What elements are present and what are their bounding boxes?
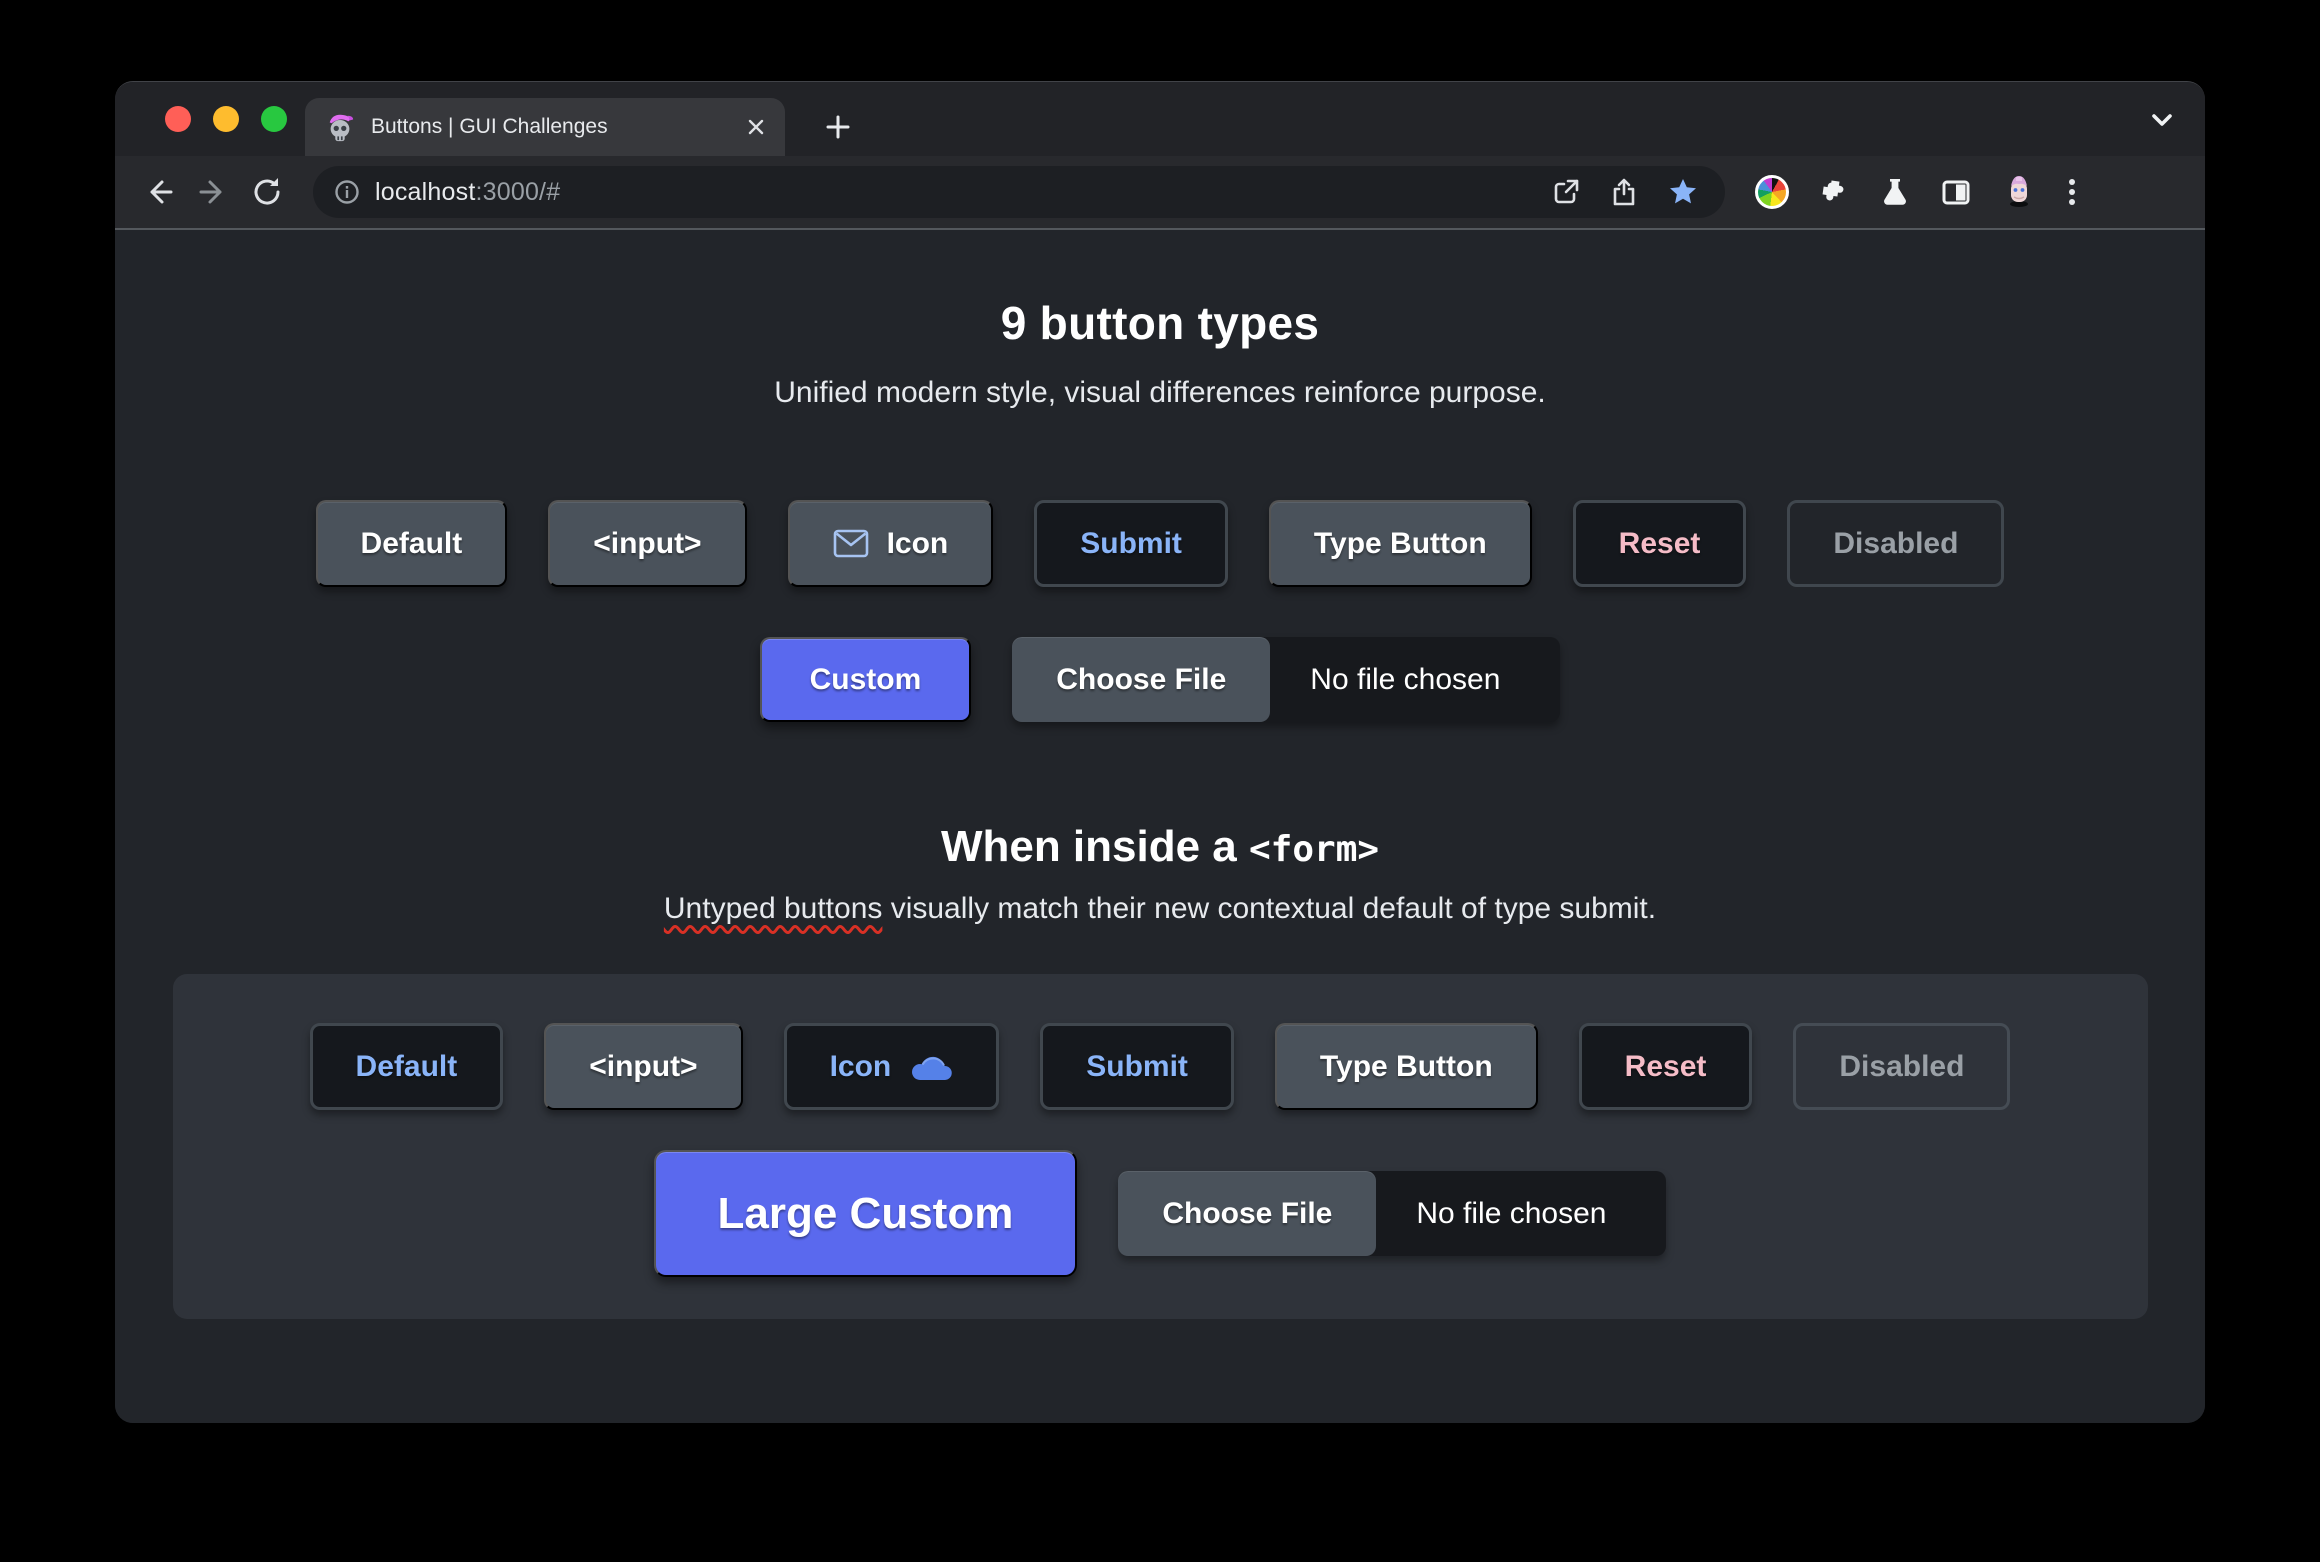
window-minimize-button[interactable] <box>213 106 239 132</box>
input-element-button[interactable]: <input> <box>548 500 747 587</box>
form-button-row-2: Large Custom Choose File No file chosen <box>173 1150 2148 1277</box>
profile-avatar[interactable] <box>2001 174 2037 210</box>
type-button-button[interactable]: Type Button <box>1268 500 1532 587</box>
form-choose-file-button[interactable]: Choose File <box>1118 1171 1377 1256</box>
form-disabled-button: Disabled <box>1793 1023 2011 1110</box>
reload-icon[interactable] <box>245 170 289 214</box>
forward-icon[interactable] <box>191 170 235 214</box>
reset-button[interactable]: Reset <box>1572 500 1747 587</box>
form-section-subtitle: Untyped buttons visually match their new… <box>663 892 1657 925</box>
form-panel: Default <input> Icon Submit Type Button … <box>172 974 2148 1319</box>
extensions-puzzle-icon[interactable] <box>1818 176 1850 208</box>
form-input-element-button[interactable]: <input> <box>544 1023 743 1110</box>
window-zoom-button[interactable] <box>261 106 287 132</box>
extensions-cluster <box>1755 174 2078 210</box>
form-section-title: When inside a <form> <box>940 822 1380 871</box>
url-text[interactable]: localhost:3000/# <box>375 178 560 207</box>
form-button-row-1: Default <input> Icon Submit Type Button … <box>173 1023 2148 1110</box>
window-controls <box>165 106 287 132</box>
form-submit-button[interactable]: Submit <box>1040 1023 1234 1110</box>
choose-file-button[interactable]: Choose File <box>1012 637 1271 722</box>
icon-button[interactable]: Icon <box>787 500 994 587</box>
browser-window: Buttons | GUI Challenges localhost:3000/… <box>115 81 2205 1423</box>
form-icon-button[interactable]: Icon <box>783 1023 1000 1110</box>
color-wheel-extension-icon[interactable] <box>1755 175 1789 209</box>
browser-toolbar: localhost:3000/# <box>115 156 2205 230</box>
custom-button[interactable]: Custom <box>759 637 972 722</box>
share-icon[interactable] <box>1609 177 1639 207</box>
page-content: 9 button types Unified modern style, vis… <box>115 230 2205 1423</box>
new-tab-button[interactable] <box>815 104 861 150</box>
file-input: Choose File No file chosen <box>1012 637 1561 722</box>
tab-search-chevron-icon[interactable] <box>2144 102 2180 138</box>
plus-icon <box>826 115 850 139</box>
browser-tab[interactable]: Buttons | GUI Challenges <box>305 98 785 156</box>
form-reset-button[interactable]: Reset <box>1578 1023 1753 1110</box>
form-type-button-button[interactable]: Type Button <box>1274 1023 1538 1110</box>
window-close-button[interactable] <box>165 106 191 132</box>
tab-strip: Buttons | GUI Challenges <box>115 82 2205 156</box>
submit-button[interactable]: Submit <box>1034 500 1228 587</box>
page-subtitle: Unified modern style, visual differences… <box>774 376 1546 409</box>
form-file-input: Choose File No file chosen <box>1118 1171 1667 1256</box>
site-info-icon[interactable] <box>333 178 361 206</box>
url-path: :3000/# <box>475 177 561 206</box>
misspelled-text: Untyped buttons <box>663 892 883 925</box>
disabled-button: Disabled <box>1787 500 2005 587</box>
form-file-status-text: No file chosen <box>1416 1196 1607 1230</box>
form-default-button[interactable]: Default <box>309 1023 504 1110</box>
button-row-2: Custom Choose File No file chosen <box>115 637 2205 722</box>
file-status-text: No file chosen <box>1310 662 1501 696</box>
bookmark-star-icon[interactable] <box>1667 176 1699 208</box>
button-row-1: Default <input> Icon Submit Type Button … <box>115 500 2205 587</box>
tab-close-icon[interactable] <box>745 116 767 138</box>
favicon-skull-icon <box>325 112 355 142</box>
default-button[interactable]: Default <box>315 500 508 587</box>
form-code-text: <form> <box>1249 829 1380 870</box>
url-host: localhost <box>375 177 476 206</box>
open-in-new-icon[interactable] <box>1551 177 1581 207</box>
tab-title: Buttons | GUI Challenges <box>371 115 608 138</box>
experiments-flask-icon[interactable] <box>1879 176 1911 208</box>
cloud-icon <box>909 1052 953 1082</box>
menu-dots-icon[interactable] <box>2066 174 2078 210</box>
side-panel-icon[interactable] <box>1940 176 1972 208</box>
mail-icon <box>833 529 869 558</box>
address-bar[interactable]: localhost:3000/# <box>313 166 1725 218</box>
page-title: 9 button types <box>1000 297 1320 349</box>
back-icon[interactable] <box>137 170 181 214</box>
large-custom-button[interactable]: Large Custom <box>653 1150 1078 1277</box>
